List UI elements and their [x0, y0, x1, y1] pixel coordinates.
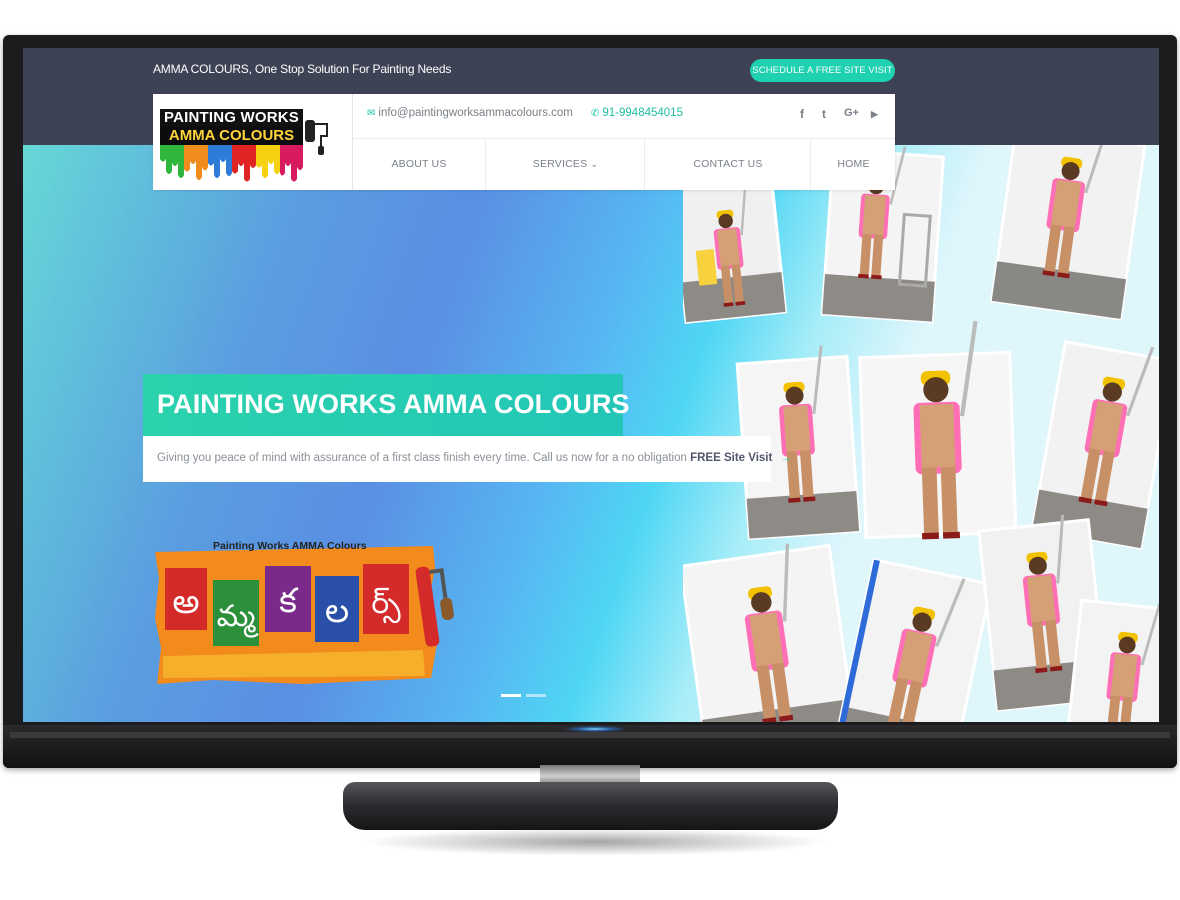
- sign-letter-1: అ: [172, 582, 199, 622]
- paint-roller-icon: [305, 120, 328, 155]
- hero-title-banner: PAINTING WORKS AMMA COLOURS: [143, 374, 630, 436]
- nav-contact-us[interactable]: CONTACT US: [644, 139, 811, 190]
- tv-stand-base: [343, 782, 838, 830]
- email-text: info@paintingworksammacolours.com: [378, 107, 573, 119]
- photo-6: [1030, 336, 1159, 550]
- tv-stand-shadow: [360, 828, 830, 856]
- nav-about-us[interactable]: ABOUT US: [353, 139, 485, 190]
- email-contact[interactable]: ✉ info@paintingworksammacolours.com: [367, 107, 573, 119]
- chevron-down-icon: ⌄: [590, 159, 599, 169]
- hero-title: PAINTING WORKS AMMA COLOURS: [157, 389, 630, 419]
- envelope-icon: ✉: [367, 108, 376, 119]
- phone-text: 91-9948454015: [602, 107, 683, 119]
- site-tagline: AMMA COLOURS, One Stop Solution For Pain…: [153, 62, 452, 76]
- site-logo[interactable]: PAINTING WORKS AMMA COLOURS: [153, 94, 353, 190]
- hero-subtitle-banner: Giving you peace of mind with assurance …: [143, 436, 792, 482]
- telugu-sign-graphic: అ మ్మ క ల ర్స్: [155, 546, 454, 684]
- google-plus-icon[interactable]: G+: [844, 107, 859, 119]
- phone-icon: ✆: [591, 108, 600, 119]
- slider-dot-1[interactable]: [501, 694, 521, 697]
- sign-caption: Painting Works AMMA Colours: [213, 540, 367, 552]
- phone-contact[interactable]: ✆ 91-9948454015: [591, 107, 683, 119]
- logo-text-line1: PAINTING WORKS: [160, 109, 303, 127]
- nav-services[interactable]: SERVICES ⌄: [485, 139, 645, 190]
- main-nav: ABOUT US SERVICES ⌄ CONTACT US HOME: [353, 139, 895, 190]
- hero-subtitle: Giving you peace of mind with assurance …: [157, 452, 792, 464]
- contact-bar: ✉ info@paintingworksammacolours.com ✆ 91-9…: [353, 94, 895, 139]
- website-screen: AMMA COLOURS, One Stop Solution For Pain…: [23, 48, 1159, 722]
- site-header: PAINTING WORKS AMMA COLOURS ✉ info@painti…: [153, 94, 895, 190]
- logo-text-line2: AMMA COLOURS: [160, 127, 303, 145]
- tv-power-light: [565, 726, 625, 732]
- arrow-right-icon[interactable]: →: [780, 452, 792, 464]
- schedule-visit-button[interactable]: SCHEDULE A FREE SITE VISIT: [750, 59, 895, 82]
- nav-services-label: SERVICES: [532, 158, 588, 170]
- photo-7: [683, 542, 858, 722]
- sign-letter-4: ల: [325, 591, 349, 631]
- free-site-visit-link[interactable]: FREE Site Visit: [690, 452, 772, 464]
- painter-photo-collage: [683, 145, 1159, 722]
- collage-photos: [683, 145, 1159, 722]
- hero-subtitle-text: Giving you peace of mind with assurance …: [157, 452, 691, 464]
- twitter-icon[interactable]: t: [822, 107, 826, 121]
- facebook-icon[interactable]: f: [800, 107, 804, 121]
- paint-drips-graphic: [160, 145, 303, 182]
- sign-letter-3: క: [279, 581, 299, 621]
- nav-home[interactable]: HOME: [810, 139, 896, 190]
- slider-dot-2[interactable]: [526, 694, 546, 697]
- tv-bezel-strip: [10, 732, 1170, 738]
- sign-letter-5: ర్స్: [371, 586, 401, 624]
- sign-letter-2: మ్మ: [217, 599, 260, 638]
- photo-8: [832, 557, 994, 722]
- photo-3: [990, 145, 1147, 321]
- youtube-icon[interactable]: ▶: [871, 109, 878, 120]
- photo-5: [858, 320, 1018, 541]
- amma-colours-sign: అ మ్మ క ల ర్స్ Painting Works AMMA Colou…: [153, 538, 463, 688]
